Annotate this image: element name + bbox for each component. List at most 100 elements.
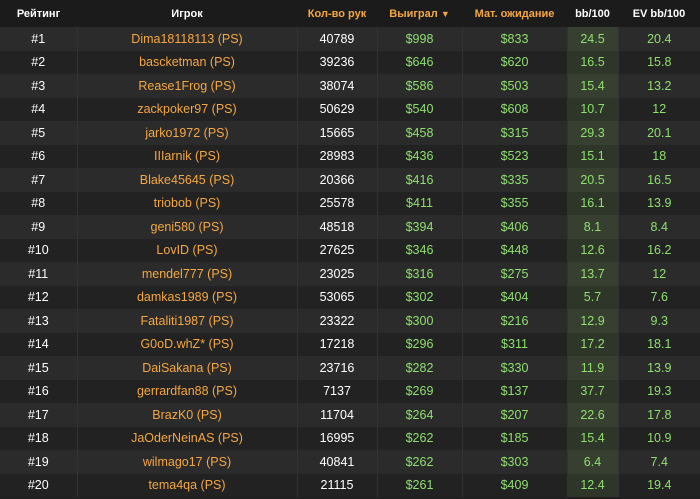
ev-cell: $303: [462, 450, 568, 474]
hands-cell: 39236: [297, 50, 378, 74]
ev-cell: $311: [462, 332, 568, 356]
table-row: #13 Fataliti1987 (PS) 23322 $300 $216 12.9 9.3: [0, 309, 700, 333]
table-row: #12 damkas1989 (PS) 53065 $302 $404 5.7 7.6: [0, 285, 700, 309]
bb100-column-header[interactable]: bb/100: [567, 0, 618, 27]
table-row: #7 Blake45645 (PS) 20366 $416 $335 20.5 16.5: [0, 168, 700, 192]
player-link[interactable]: triobob (PS): [77, 191, 298, 215]
ev-cell: $608: [462, 97, 568, 121]
bb100-cell: 12.9: [567, 309, 619, 333]
player-link[interactable]: BrazK0 (PS): [77, 403, 298, 427]
ev-cell: $330: [462, 356, 568, 380]
player-link[interactable]: LovID (PS): [77, 238, 298, 262]
ev-bb100-cell: 13.2: [618, 74, 700, 98]
table-row: #20 tema4qa (PS) 21115 $261 $409 12.4 19.4: [0, 473, 700, 497]
table-row: #17 BrazK0 (PS) 11704 $264 $207 22.6 17.8: [0, 403, 700, 427]
rank-cell: #9: [0, 215, 78, 239]
player-link[interactable]: Fataliti1987 (PS): [77, 309, 298, 333]
hands-cell: 23716: [297, 356, 378, 380]
ev-cell: $275: [462, 262, 568, 286]
ev-cell: $137: [462, 379, 568, 403]
rank-cell: #16: [0, 379, 78, 403]
table-row: #18 JaOderNeinAS (PS) 16995 $262 $185 15.4 10.…: [0, 426, 700, 450]
hands-cell: 16995: [297, 426, 378, 450]
ev-bb100-cell: 19.3: [618, 379, 700, 403]
hands-cell: 38074: [297, 74, 378, 98]
ev-bb100-cell: 12: [618, 97, 700, 121]
player-link[interactable]: mendel777 (PS): [77, 262, 298, 286]
won-column-header-label: Выиграл: [389, 7, 438, 20]
player-link[interactable]: G0oD.whZ* (PS): [77, 332, 298, 356]
table-row: #14 G0oD.whZ* (PS) 17218 $296 $311 17.2 18.1: [0, 332, 700, 356]
hands-cell: 53065: [297, 285, 378, 309]
player-link[interactable]: damkas1989 (PS): [77, 285, 298, 309]
player-link[interactable]: jarko1972 (PS): [77, 121, 298, 145]
won-cell: $262: [377, 450, 463, 474]
ev-bb100-cell: 8.4: [618, 215, 700, 239]
player-link[interactable]: bascketman (PS): [77, 50, 298, 74]
won-column-header[interactable]: Выиграл ▼: [377, 0, 462, 27]
hands-cell: 15665: [297, 121, 378, 145]
table-row: #19 wilmago17 (PS) 40841 $262 $303 6.4 7.4: [0, 450, 700, 474]
hands-column-header[interactable]: Кол-во рук: [297, 0, 377, 27]
hands-cell: 28983: [297, 144, 378, 168]
rank-cell: #14: [0, 332, 78, 356]
won-cell: $646: [377, 50, 463, 74]
ev-bb100-cell: 15.8: [618, 50, 700, 74]
caret-down-icon: ▼: [440, 8, 450, 19]
player-column-header[interactable]: Игрок: [77, 0, 297, 27]
bb100-cell: 24.5: [567, 27, 619, 51]
ev-bb100-cell: 7.4: [618, 450, 700, 474]
won-cell: $540: [377, 97, 463, 121]
player-link[interactable]: Blake45645 (PS): [77, 168, 298, 192]
ev-bb100-cell: 12: [618, 262, 700, 286]
ev-bb100-cell: 18: [618, 144, 700, 168]
won-cell: $302: [377, 285, 463, 309]
rank-cell: #15: [0, 356, 78, 380]
ev-cell: $620: [462, 50, 568, 74]
bb100-cell: 8.1: [567, 215, 619, 239]
ev-bb100-cell: 16.5: [618, 168, 700, 192]
won-cell: $416: [377, 168, 463, 192]
ev-bb100-column-header[interactable]: EV bb/100: [618, 0, 700, 27]
rank-cell: #3: [0, 74, 78, 98]
table-row: #4 zackpoker97 (PS) 50629 $540 $608 10.7 12: [0, 97, 700, 121]
rank-cell: #19: [0, 450, 78, 474]
ev-cell: $503: [462, 74, 568, 98]
player-link[interactable]: Dima18118113 (PS): [77, 27, 298, 51]
table-body: #1 Dima18118113 (PS) 40789 $998 $833 24.5 20.4…: [0, 27, 700, 497]
player-link[interactable]: IIIarnik (PS): [77, 144, 298, 168]
ev-bb100-cell: 20.1: [618, 121, 700, 145]
player-link[interactable]: tema4qa (PS): [77, 473, 298, 497]
hands-cell: 40789: [297, 27, 378, 51]
bb100-cell: 22.6: [567, 403, 619, 427]
rank-cell: #12: [0, 285, 78, 309]
player-link[interactable]: gerrardfan88 (PS): [77, 379, 298, 403]
table-row: #5 jarko1972 (PS) 15665 $458 $315 29.3 20.1: [0, 121, 700, 145]
ev-bb100-cell: 16.2: [618, 238, 700, 262]
ev-bb100-cell: 9.3: [618, 309, 700, 333]
rank-cell: #6: [0, 144, 78, 168]
player-link[interactable]: JaOderNeinAS (PS): [77, 426, 298, 450]
ev-cell: $207: [462, 403, 568, 427]
player-link[interactable]: zackpoker97 (PS): [77, 97, 298, 121]
bb100-cell: 29.3: [567, 121, 619, 145]
bb100-cell: 20.5: [567, 168, 619, 192]
won-cell: $282: [377, 356, 463, 380]
player-link[interactable]: wilmago17 (PS): [77, 450, 298, 474]
bb100-cell: 12.4: [567, 473, 619, 497]
bb100-cell: 13.7: [567, 262, 619, 286]
rank-column-header[interactable]: Рейтинг: [0, 0, 77, 27]
player-link[interactable]: Rease1Frog (PS): [77, 74, 298, 98]
ev-cell: $216: [462, 309, 568, 333]
player-link[interactable]: DaiSakana (PS): [77, 356, 298, 380]
ev-cell: $409: [462, 473, 568, 497]
bb100-cell: 12.6: [567, 238, 619, 262]
leaderboard-table: Рейтинг Игрок Кол-во рук Выиграл ▼ Мат. …: [0, 0, 700, 497]
bb100-cell: 16.5: [567, 50, 619, 74]
player-link[interactable]: geni580 (PS): [77, 215, 298, 239]
bb100-cell: 16.1: [567, 191, 619, 215]
ev-column-header[interactable]: Мат. ожидание: [462, 0, 567, 27]
rank-cell: #11: [0, 262, 78, 286]
bb100-cell: 5.7: [567, 285, 619, 309]
won-cell: $316: [377, 262, 463, 286]
